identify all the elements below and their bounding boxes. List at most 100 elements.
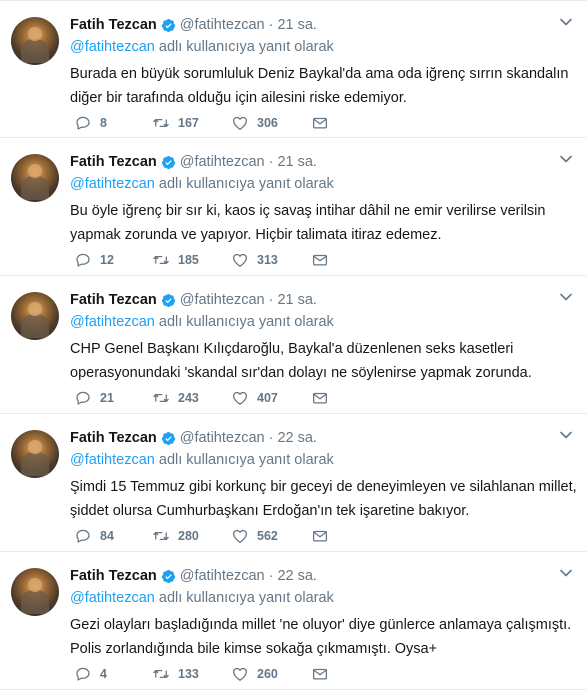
avatar[interactable] — [11, 292, 59, 340]
tweet[interactable]: Fatih Tezcan @fatihtezcan · 21 sa. @fati… — [0, 138, 587, 276]
tweet-text-line: Şimdi 15 Temmuz gibi korkunç bir geceyi … — [70, 479, 577, 495]
envelope-icon — [312, 530, 328, 542]
reply-mention-link[interactable]: @fatihtezcan — [70, 39, 155, 55]
reply-context-text: adlı kullanıcıya yanıt olarak — [158, 176, 334, 192]
tweet-header: Fatih Tezcan @fatihtezcan · 21 sa. — [70, 15, 547, 35]
reply-icon — [76, 391, 90, 405]
reply-context-text: adlı kullanıcıya yanıt olarak — [158, 452, 334, 468]
tweet-text-line: şiddet olursa Cumhurbaşkanı Erdoğan'ın t… — [70, 503, 470, 519]
separator-dot: · — [268, 154, 274, 170]
tweet-time[interactable]: 22 sa. — [277, 430, 317, 446]
chevron-down-icon[interactable] — [559, 152, 573, 166]
retweet-button[interactable]: 185 — [152, 251, 231, 269]
separator-dot: · — [268, 17, 274, 33]
reply-context-text: adlı kullanıcıya yanıt olarak — [158, 314, 334, 330]
chevron-down-icon[interactable] — [559, 566, 573, 580]
reply-button[interactable]: 8 — [74, 114, 152, 132]
reply-mention-link[interactable]: @fatihtezcan — [70, 314, 155, 330]
like-count: 260 — [257, 667, 278, 681]
retweet-button[interactable]: 133 — [152, 665, 231, 683]
reply-icon — [76, 667, 90, 681]
tweet-actions: 8 167 306 — [74, 114, 335, 132]
reply-button[interactable]: 21 — [74, 389, 152, 407]
author-handle[interactable]: @fatihtezcan — [180, 292, 265, 308]
tweet-time[interactable]: 22 sa. — [277, 568, 317, 584]
like-button[interactable]: 562 — [231, 527, 311, 545]
tweet-text-line: Burada en büyük sorumluluk Deniz Baykal'… — [70, 66, 569, 82]
tweet-text-line: diğer bir tarafında olduğu için ailesini… — [70, 90, 407, 106]
tweet-time[interactable]: 21 sa. — [277, 154, 317, 170]
author-handle[interactable]: @fatihtezcan — [180, 568, 265, 584]
direct-message-button[interactable] — [311, 527, 335, 545]
author-name[interactable]: Fatih Tezcan — [70, 292, 157, 308]
like-count: 407 — [257, 391, 278, 405]
author-name[interactable]: Fatih Tezcan — [70, 568, 157, 584]
retweet-button[interactable]: 167 — [152, 114, 231, 132]
like-button[interactable]: 407 — [231, 389, 311, 407]
retweet-button[interactable]: 243 — [152, 389, 231, 407]
direct-message-button[interactable] — [311, 114, 335, 132]
reply-count: 12 — [100, 253, 114, 267]
retweet-count: 185 — [178, 253, 199, 267]
tweet-text-line: yapmak zorunda ve yapıyor. Hiçbir talima… — [70, 227, 442, 243]
reply-button[interactable]: 4 — [74, 665, 152, 683]
reply-count: 84 — [100, 529, 114, 543]
tweet[interactable]: Fatih Tezcan @fatihtezcan · 21 sa. @fati… — [0, 0, 587, 138]
tweet-time[interactable]: 21 sa. — [277, 17, 317, 33]
separator-dot: · — [268, 568, 274, 584]
like-button[interactable]: 306 — [231, 114, 311, 132]
retweet-button[interactable]: 280 — [152, 527, 231, 545]
author-handle[interactable]: @fatihtezcan — [180, 17, 265, 33]
tweet-actions: 4 133 260 — [74, 665, 335, 683]
author-name[interactable]: Fatih Tezcan — [70, 430, 157, 446]
tweet-feed: Fatih Tezcan @fatihtezcan · 21 sa. @fati… — [0, 0, 587, 690]
direct-message-button[interactable] — [311, 251, 335, 269]
envelope-icon — [312, 668, 328, 680]
reply-mention-link[interactable]: @fatihtezcan — [70, 590, 155, 606]
direct-message-button[interactable] — [311, 389, 335, 407]
separator-dot: · — [268, 292, 274, 308]
tweet-text-line: Polis zorlandığında bile kimse sokağa çı… — [70, 641, 438, 657]
reply-context: @fatihtezcan adlı kullanıcıya yanıt olar… — [70, 176, 334, 192]
reply-context: @fatihtezcan adlı kullanıcıya yanıt olar… — [70, 39, 334, 55]
chevron-down-icon[interactable] — [559, 290, 573, 304]
like-button[interactable]: 313 — [231, 251, 311, 269]
author-name[interactable]: Fatih Tezcan — [70, 154, 157, 170]
tweet[interactable]: Fatih Tezcan @fatihtezcan · 22 sa. @fati… — [0, 552, 587, 690]
like-count: 313 — [257, 253, 278, 267]
envelope-icon — [312, 392, 328, 404]
reply-context: @fatihtezcan adlı kullanıcıya yanıt olar… — [70, 590, 334, 606]
avatar[interactable] — [11, 154, 59, 202]
author-name[interactable]: Fatih Tezcan — [70, 17, 157, 33]
retweet-count: 167 — [178, 116, 199, 130]
tweet-actions: 84 280 562 — [74, 527, 335, 545]
reply-mention-link[interactable]: @fatihtezcan — [70, 452, 155, 468]
reply-button[interactable]: 84 — [74, 527, 152, 545]
chevron-down-icon[interactable] — [559, 428, 573, 442]
reply-button[interactable]: 12 — [74, 251, 152, 269]
heart-icon — [232, 529, 248, 543]
reply-context-text: adlı kullanıcıya yanıt olarak — [158, 590, 334, 606]
direct-message-button[interactable] — [311, 665, 335, 683]
tweet-header: Fatih Tezcan @fatihtezcan · 21 sa. — [70, 290, 547, 310]
retweet-icon — [153, 255, 169, 265]
verified-badge-icon — [161, 155, 175, 169]
author-handle[interactable]: @fatihtezcan — [180, 154, 265, 170]
chevron-down-icon[interactable] — [559, 15, 573, 29]
tweet[interactable]: Fatih Tezcan @fatihtezcan · 22 sa. @fati… — [0, 414, 587, 552]
tweet-text: Şimdi 15 Temmuz gibi korkunç bir geceyi … — [70, 475, 577, 523]
tweet-actions: 12 185 313 — [74, 251, 335, 269]
tweet[interactable]: Fatih Tezcan @fatihtezcan · 21 sa. @fati… — [0, 276, 587, 414]
retweet-count: 280 — [178, 529, 199, 543]
avatar[interactable] — [11, 568, 59, 616]
tweet-text-line: Bu öyle iğrenç bir sır ki, kaos iç savaş… — [70, 203, 546, 219]
tweet-time[interactable]: 21 sa. — [277, 292, 317, 308]
tweet-header: Fatih Tezcan @fatihtezcan · 21 sa. — [70, 152, 547, 172]
avatar[interactable] — [11, 430, 59, 478]
author-handle[interactable]: @fatihtezcan — [180, 430, 265, 446]
retweet-icon — [153, 669, 169, 679]
reply-icon — [76, 253, 90, 267]
avatar[interactable] — [11, 17, 59, 65]
reply-mention-link[interactable]: @fatihtezcan — [70, 176, 155, 192]
like-button[interactable]: 260 — [231, 665, 311, 683]
